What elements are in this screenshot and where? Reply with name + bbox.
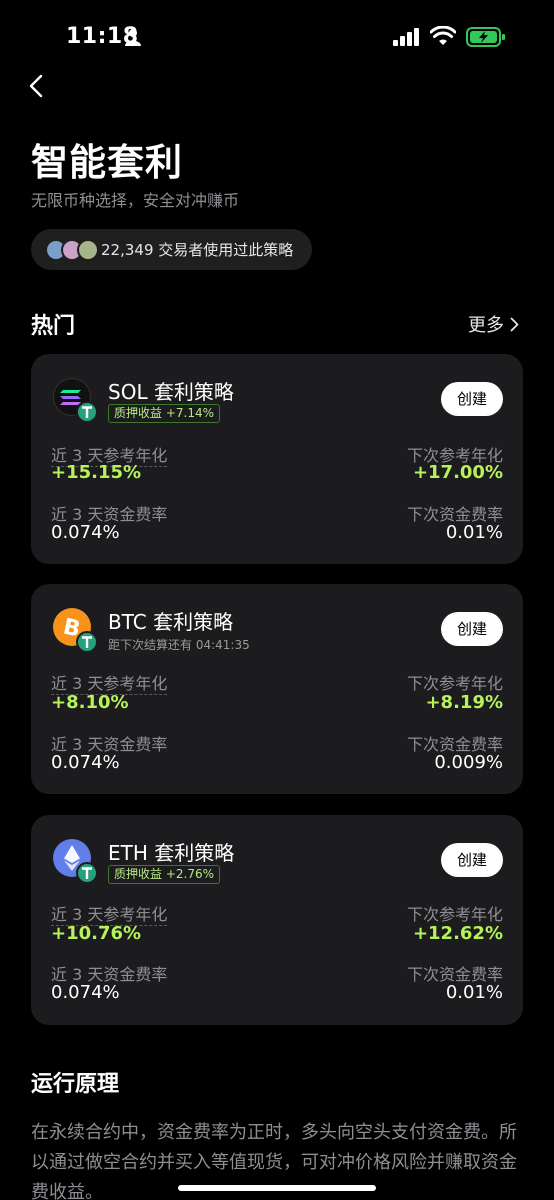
btc-usdt-icon: B	[53, 608, 97, 652]
value-next-funding: 0.009%	[434, 752, 503, 773]
value-3d-funding: 0.074%	[51, 982, 120, 1003]
staking-tag: 质押收益 +7.14%	[108, 404, 220, 423]
value-next-apr: +12.62%	[412, 923, 503, 944]
strategy-name: BTC 套利策略	[108, 610, 234, 634]
label-3d-apr: 近 3 天参考年化	[51, 670, 168, 695]
avatar-group	[45, 238, 133, 261]
sol-usdt-icon	[53, 378, 97, 422]
page-subtitle: 无限币种选择，安全对冲赚币	[31, 191, 240, 210]
strategy-card-sol[interactable]: SOL 套利策略 质押收益 +7.14% 创建 近 3 天参考年化 +15.15…	[31, 354, 523, 564]
create-button[interactable]: 创建	[441, 382, 503, 416]
value-next-apr: +8.19%	[425, 692, 503, 713]
back-button[interactable]	[22, 70, 50, 102]
staking-tag: 质押收益 +2.76%	[108, 865, 220, 884]
chevron-right-icon	[510, 317, 519, 331]
value-3d-apr: +8.10%	[51, 692, 129, 713]
value-next-apr: +17.00%	[412, 462, 503, 483]
strategy-name: SOL 套利策略	[108, 380, 234, 404]
avatar	[77, 238, 99, 261]
strategy-card-eth[interactable]: ETH 套利策略 质押收益 +2.76% 创建 近 3 天参考年化 +10.76…	[31, 815, 523, 1025]
page-title: 智能套利	[31, 141, 183, 184]
create-button[interactable]: 创建	[441, 612, 503, 646]
label-next-apr: 下次参考年化	[406, 905, 503, 924]
section-title-principle: 运行原理	[31, 1072, 120, 1097]
strategy-card-btc[interactable]: B BTC 套利策略 距下次结算还有 04:41:35 创建 近 3 天参考年化…	[31, 584, 523, 794]
signal-icon	[393, 28, 419, 46]
value-3d-funding: 0.074%	[51, 522, 120, 543]
wifi-icon	[430, 26, 456, 45]
label-3d-apr: 近 3 天参考年化	[51, 901, 168, 926]
person-icon	[125, 29, 141, 46]
create-button[interactable]: 创建	[441, 843, 503, 877]
label-next-apr: 下次参考年化	[406, 674, 503, 693]
home-indicator[interactable]	[178, 1185, 376, 1191]
battery-icon	[466, 27, 505, 47]
value-3d-apr: +15.15%	[51, 462, 142, 483]
value-next-funding: 0.01%	[445, 982, 503, 1003]
section-title-hot: 热门	[31, 314, 76, 339]
settlement-countdown: 距下次结算还有 04:41:35	[108, 638, 250, 652]
value-next-funding: 0.01%	[445, 522, 503, 543]
eth-usdt-icon	[53, 839, 97, 883]
more-link[interactable]: 更多	[468, 311, 519, 337]
status-bar: 11:18	[0, 0, 554, 76]
users-chip: 22,349 交易者使用过此策略	[31, 229, 312, 270]
value-3d-apr: +10.76%	[51, 923, 142, 944]
chevron-left-icon	[29, 74, 43, 98]
value-3d-funding: 0.074%	[51, 752, 120, 773]
strategy-name: ETH 套利策略	[108, 841, 235, 865]
more-label: 更多	[468, 315, 504, 336]
